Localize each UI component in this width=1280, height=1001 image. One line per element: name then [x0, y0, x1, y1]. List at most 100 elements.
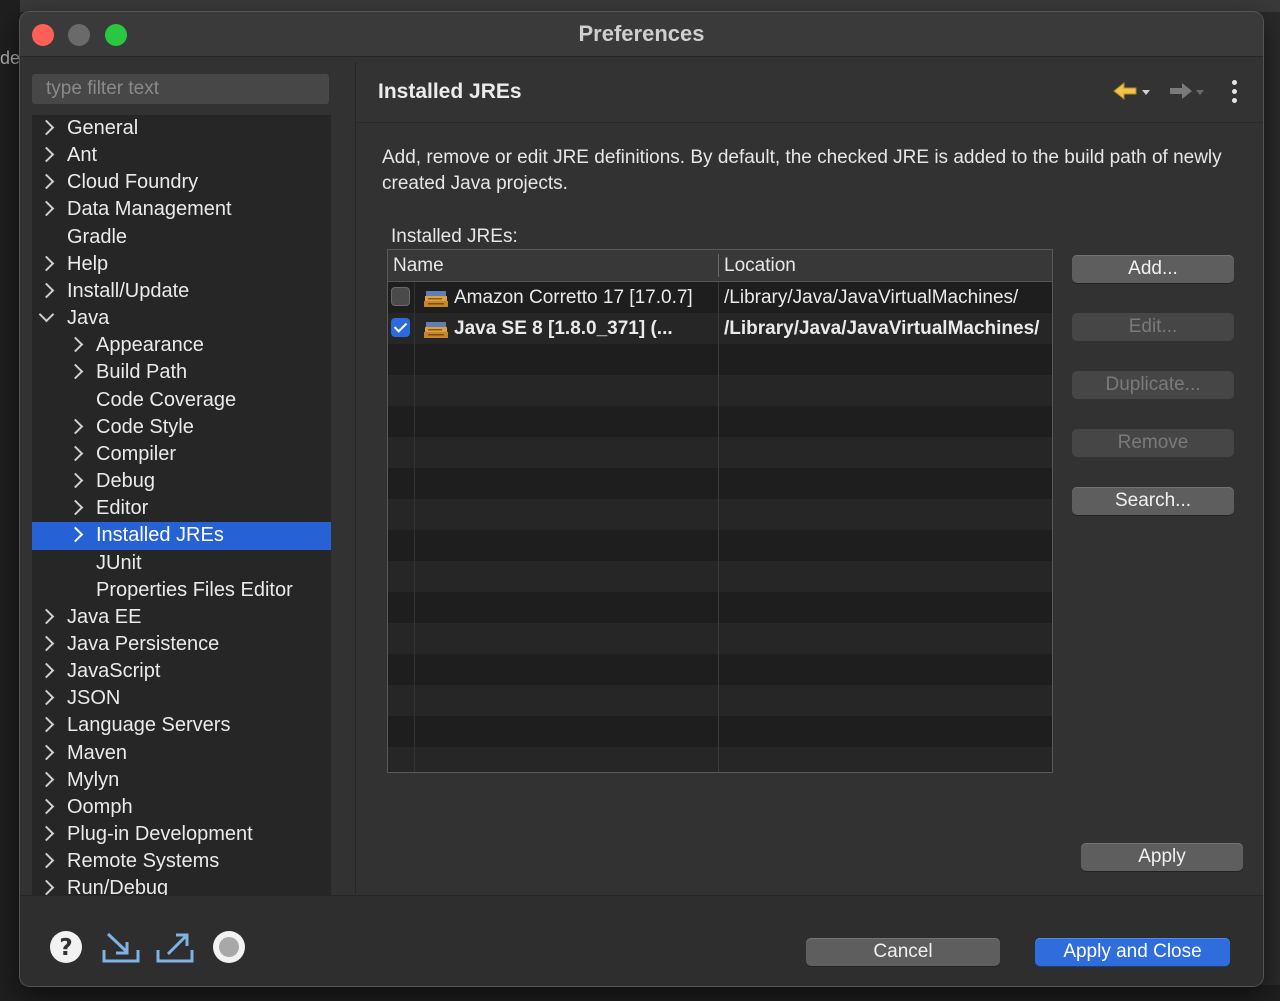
table-body: Amazon Corretto 17 [17.0.7] /Library/Java… [388, 282, 1052, 772]
tree-item[interactable]: Mylyn [32, 767, 331, 794]
tree-item[interactable]: Ant [32, 142, 331, 169]
chevron-right-icon[interactable] [38, 798, 55, 815]
remove-button[interactable]: Remove [1072, 429, 1234, 457]
tree-item[interactable]: Data Management [32, 196, 331, 223]
chevron-down-icon[interactable] [38, 306, 55, 323]
table-row [388, 344, 1052, 375]
chevron-right-icon[interactable] [67, 499, 84, 516]
chevron-right-icon[interactable] [38, 201, 55, 217]
chevron-right-icon[interactable] [38, 174, 55, 190]
chevron-right-icon[interactable] [67, 364, 84, 380]
tree-item[interactable]: Appearance [32, 332, 331, 359]
jre-checkbox[interactable] [391, 287, 410, 306]
back-button[interactable] [1112, 80, 1152, 106]
tree-item[interactable]: Cloud Foundry [32, 169, 331, 196]
tree-item-label: Code Coverage [96, 388, 237, 411]
title-bar[interactable]: Preferences [20, 12, 1263, 57]
installed-jres-label: Installed JREs: [391, 226, 518, 247]
tree-item-label: JavaScript [67, 660, 161, 683]
window-title: Preferences [578, 21, 705, 46]
tree-item-label: Editor [96, 497, 149, 520]
tree-item[interactable]: General [32, 115, 331, 142]
tree-item[interactable]: Code Style [32, 414, 331, 441]
chevron-right-icon[interactable] [38, 825, 55, 842]
tree-item[interactable]: Oomph [32, 794, 331, 821]
tree-item[interactable]: Gradle [32, 224, 331, 251]
tree-item[interactable]: Help [32, 251, 331, 278]
tree-item[interactable]: Language Servers [32, 712, 331, 739]
column-separator[interactable] [718, 254, 719, 277]
forward-button[interactable] [1166, 80, 1206, 106]
jre-checkbox[interactable] [391, 318, 410, 337]
chevron-right-icon[interactable] [67, 336, 84, 353]
more-options-icon[interactable] [1228, 80, 1240, 108]
tree-item[interactable]: Editor [32, 495, 331, 522]
tree-item[interactable]: Compiler [32, 441, 331, 468]
jre-name-cell: Amazon Corretto 17 [17.0.7] [454, 287, 693, 308]
chevron-right-icon[interactable] [38, 771, 55, 788]
chevron-right-icon[interactable] [38, 635, 55, 652]
tree-item[interactable]: Maven [32, 740, 331, 767]
table-row [388, 530, 1052, 561]
chevron-right-icon[interactable] [38, 146, 55, 163]
tree-item[interactable]: JSON [32, 685, 331, 712]
tree-item[interactable]: Properties Files Editor [32, 577, 331, 604]
tree-item[interactable]: Debug [32, 468, 331, 495]
preference-tree[interactable]: General Ant Cloud Foundry Data Management Gr… [32, 115, 331, 895]
tree-item-label: Build Path [96, 361, 188, 384]
table-row[interactable]: Amazon Corretto 17 [17.0.7] /Library/Java… [388, 282, 1052, 313]
chevron-right-icon[interactable] [38, 690, 55, 706]
import-icon[interactable] [102, 930, 140, 964]
jre-name-cell: Java SE 8 [1.8.0_371] (... [454, 318, 673, 339]
chevron-right-icon[interactable] [38, 880, 55, 895]
column-header-location[interactable]: Location [724, 250, 796, 281]
tree-item-label: Debug [96, 470, 155, 493]
chevron-right-icon[interactable] [38, 852, 55, 869]
table-row [388, 468, 1052, 499]
add-button[interactable]: Add... [1072, 255, 1234, 283]
help-icon[interactable]: ? [49, 930, 85, 964]
background-text: de [0, 48, 21, 68]
tree-item[interactable]: Java [32, 305, 331, 332]
panel-divider[interactable] [355, 62, 356, 894]
tree-item[interactable]: Java Persistence [32, 631, 331, 658]
cancel-button[interactable]: Cancel [806, 938, 1000, 966]
chevron-right-icon[interactable] [38, 662, 55, 679]
edit-button[interactable]: Edit... [1072, 313, 1234, 341]
chevron-right-icon[interactable] [67, 527, 84, 543]
tree-item[interactable]: Java EE [32, 604, 331, 631]
chevron-right-icon[interactable] [38, 717, 55, 733]
apply-and-close-button[interactable]: Apply and Close [1035, 938, 1230, 966]
search-button[interactable]: Search... [1072, 487, 1234, 515]
chevron-right-icon[interactable] [67, 418, 84, 434]
tree-item[interactable]: JUnit [32, 550, 331, 577]
tree-item[interactable]: Plug-in Development [32, 821, 331, 848]
duplicate-button[interactable]: Duplicate... [1072, 371, 1234, 399]
chevron-right-icon[interactable] [38, 282, 55, 299]
tree-item[interactable]: Code Coverage [32, 387, 331, 414]
tree-item[interactable]: Install/Update [32, 278, 331, 305]
chevron-right-icon[interactable] [38, 608, 55, 625]
table-row [388, 685, 1052, 716]
tree-item[interactable]: Installed JREs [32, 522, 331, 550]
table-row [388, 406, 1052, 437]
apply-button[interactable]: Apply [1081, 843, 1243, 871]
table-row[interactable]: Java SE 8 [1.8.0_371] (... /Library/Java/… [388, 313, 1052, 344]
tree-item[interactable]: Build Path [32, 359, 331, 386]
record-icon[interactable] [212, 930, 248, 964]
chevron-right-icon[interactable] [38, 119, 55, 136]
tree-item[interactable]: JavaScript [32, 658, 331, 685]
tree-item-label: Oomph [67, 795, 133, 818]
tree-item[interactable]: Run/Debug [32, 875, 331, 895]
tree-item-label: Mylyn [67, 768, 120, 791]
table-row [388, 747, 1052, 772]
jre-table[interactable]: Name Location Amazon Corretto 17 [17.0.7… [387, 249, 1053, 773]
export-icon[interactable] [156, 930, 194, 964]
chevron-right-icon[interactable] [67, 472, 84, 489]
column-header-name[interactable]: Name [393, 250, 444, 281]
filter-input[interactable] [32, 74, 329, 104]
chevron-right-icon[interactable] [38, 255, 55, 272]
chevron-right-icon[interactable] [67, 445, 84, 462]
tree-item[interactable]: Remote Systems [32, 848, 331, 875]
chevron-right-icon[interactable] [38, 744, 55, 760]
